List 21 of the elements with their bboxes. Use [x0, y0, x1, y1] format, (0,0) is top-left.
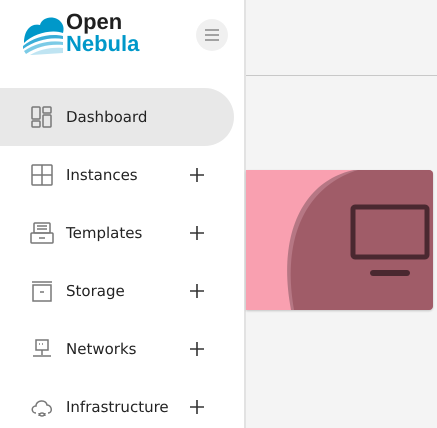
sidebar-item[interactable]: Instances	[0, 146, 234, 204]
sidebar-item[interactable]: Networks	[0, 320, 234, 378]
sidebar-item[interactable]: Storage	[0, 262, 234, 320]
cloud-logo-icon	[22, 15, 64, 55]
menu-icon	[205, 29, 219, 41]
plus-icon[interactable]	[190, 226, 204, 240]
sidebar-item[interactable]: Infrastructure	[0, 378, 234, 428]
logo-text: Open	[66, 11, 124, 33]
nav-icon	[30, 279, 54, 303]
plus-icon[interactable]	[190, 400, 204, 414]
sidebar-item[interactable]: Dashboard	[0, 88, 234, 146]
plus-icon[interactable]	[190, 284, 204, 298]
nav-icon	[30, 163, 54, 187]
plus-icon[interactable]	[190, 342, 204, 356]
plus-icon[interactable]	[190, 168, 204, 182]
nav-icon	[30, 221, 54, 245]
menu-button[interactable]	[196, 19, 228, 51]
logo-text: Nebula	[66, 33, 140, 55]
sidebar-item[interactable]: Templates	[0, 204, 234, 262]
nav-icon	[30, 105, 54, 129]
monitor-icon	[350, 204, 430, 278]
